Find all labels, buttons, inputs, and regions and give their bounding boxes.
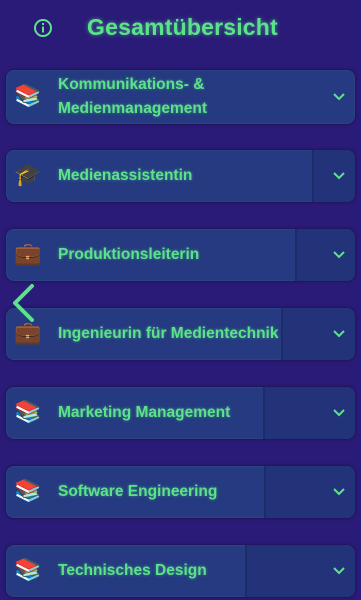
accordion-item-medienassistentin[interactable]: 🎓 Medienassistentin — [6, 150, 355, 202]
books-icon: 📚 — [14, 84, 42, 109]
divider — [264, 466, 266, 518]
briefcase-icon: 💼 — [14, 242, 42, 267]
divider — [295, 229, 297, 281]
divider — [263, 387, 265, 439]
books-icon: 📚 — [14, 400, 42, 425]
accordion-item-label: Software Engineering — [58, 483, 218, 500]
accordion-item-marketing-management[interactable]: 📚 Marketing Management — [6, 387, 355, 439]
accordion-item-software-engineering[interactable]: 📚 Software Engineering — [6, 466, 355, 518]
header: Gesamtübersicht — [0, 0, 361, 58]
accordion-item-label: Ingenieurin für Medientechnik — [58, 325, 279, 342]
accordion-item-produktionsleiterin[interactable]: 💼 Produktionsleiterin — [6, 229, 355, 281]
accordion-item-label: Technisches Design — [58, 562, 207, 579]
accordion-item-kommunikations-medienmanagement[interactable]: 📚 Kommunikations- & Medienmanagement — [6, 70, 355, 124]
chevron-down-icon[interactable] — [333, 330, 345, 338]
toggle-area[interactable] — [297, 229, 355, 281]
chevron-down-icon[interactable] — [333, 409, 345, 417]
chevron-left-icon[interactable] — [10, 283, 36, 323]
graduation-cap-icon: 🎓 — [14, 163, 42, 188]
chevron-down-icon[interactable] — [333, 172, 345, 180]
chevron-down-icon[interactable] — [333, 567, 345, 575]
chevron-down-icon[interactable] — [333, 93, 345, 101]
books-icon: 📚 — [14, 479, 42, 504]
briefcase-icon: 💼 — [14, 321, 42, 346]
accordion-item-label: Medienassistentin — [58, 167, 193, 184]
accordion-item-label: Produktionsleiterin — [58, 246, 200, 263]
divider — [281, 308, 283, 360]
accordion-item-technisches-design[interactable]: 📚 Technisches Design — [6, 545, 355, 597]
chevron-down-icon[interactable] — [333, 251, 345, 259]
page-title: Gesamtübersicht — [87, 14, 278, 40]
info-circle-icon[interactable] — [33, 18, 53, 38]
accordion-item-label: Kommunikations- & Medienmanagement — [58, 76, 208, 117]
accordion-item-label: Marketing Management — [58, 404, 231, 421]
accordion-item-ingenieurin-medientechnik[interactable]: 💼 Ingenieurin für Medientechnik — [6, 308, 355, 360]
divider — [312, 150, 314, 202]
chevron-down-icon[interactable] — [333, 488, 345, 496]
books-icon: 📚 — [14, 558, 42, 583]
divider — [245, 545, 247, 597]
